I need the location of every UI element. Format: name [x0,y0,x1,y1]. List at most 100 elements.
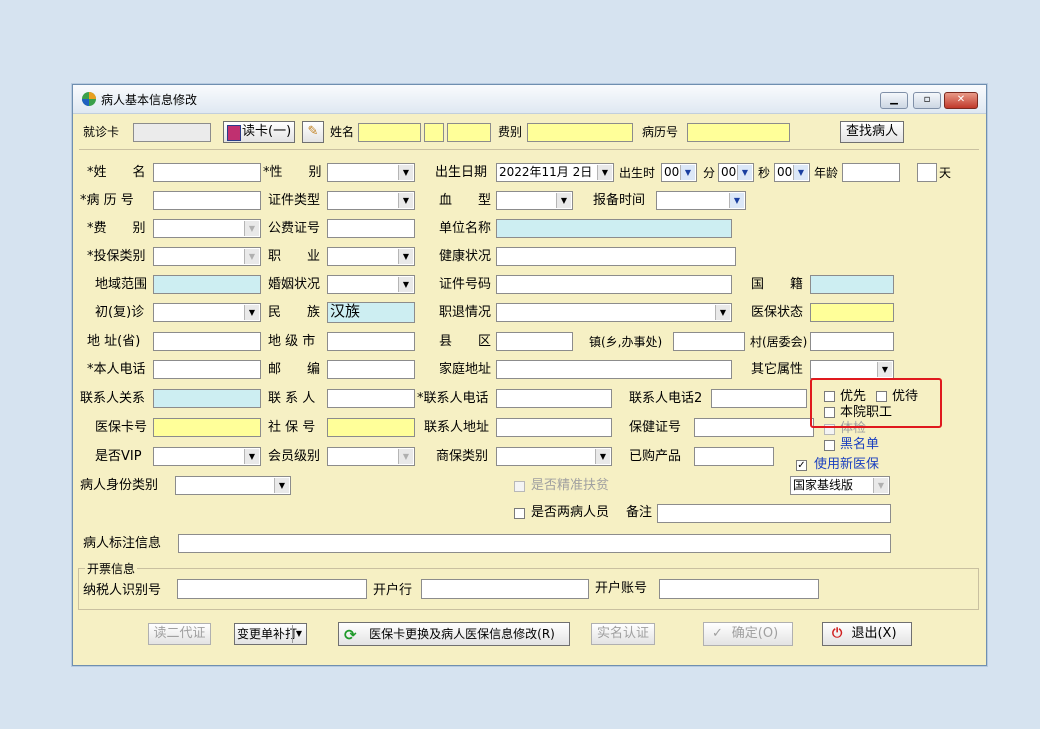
ok-button[interactable]: ✓ 确定(O) [703,622,793,646]
blacklist-checkbox[interactable] [824,440,835,451]
id-no-label: 证件号码 [439,277,492,292]
contact-input[interactable] [327,389,415,408]
visit-select[interactable] [153,303,261,322]
social-no-label: 社 保 号 [268,420,316,435]
clear-button[interactable]: ✎ [302,121,324,143]
card-replace-button[interactable]: ⟳ 医保卡更换及病人医保信息修改(R) [338,622,570,646]
insure-status-input[interactable] [810,303,894,322]
toolbar-gender-input[interactable] [424,123,444,142]
identity-type-select[interactable] [175,476,291,495]
toolbar-name-input[interactable] [358,123,421,142]
gender-select[interactable] [327,163,415,182]
read-id2-button[interactable]: 读二代证 [148,623,211,645]
health-cert-label: 保健证号 [629,420,682,435]
health-cert-input[interactable] [694,418,814,437]
find-patient-button[interactable]: 查找病人 [840,121,904,143]
second-label: 秒 [758,166,771,180]
purchased-input[interactable] [694,447,774,466]
county-input[interactable] [496,332,573,351]
new-insurance-checkbox[interactable]: ✓ [796,460,807,471]
app-icon [82,92,96,106]
tax-id-input[interactable] [177,579,367,599]
age-input[interactable] [842,163,900,182]
blacklist-label: 黑名单 [840,437,880,452]
contact-label: 联 系 人 [268,391,316,406]
insure-status-label: 医保状态 [751,305,804,320]
employer-label: 单位名称 [439,221,492,236]
village-input[interactable] [810,332,894,351]
contact-addr-input[interactable] [496,418,612,437]
id-no-input[interactable] [496,275,732,294]
commercial-select[interactable] [496,447,612,466]
contact-rel-input[interactable] [153,389,261,408]
region-input[interactable] [153,275,261,294]
realname-button[interactable]: 实名认证 [591,623,655,645]
contact-phone-label: *联系人电话 [417,391,489,406]
remark-label: 备注 [626,505,653,520]
two-disease-label: 是否两病人员 [531,505,610,520]
toolbar-age-input[interactable] [447,123,491,142]
change-print-button[interactable]: 变更单补打 ▼ [234,623,307,645]
city-label: 地 级 市 [268,334,316,349]
poverty-checkbox[interactable] [514,481,525,492]
addr-prov-input[interactable] [153,332,261,351]
exit-button[interactable]: ⏻ 退出(X) [822,622,912,646]
minimize-button[interactable]: ▁ [880,92,908,109]
name-input[interactable] [153,163,261,182]
bank-label: 开户行 [373,583,413,598]
city-input[interactable] [327,332,415,351]
social-no-input[interactable] [327,418,415,437]
insurance-type-select[interactable] [153,247,261,266]
vip-select[interactable] [153,447,261,466]
ethnic-input[interactable]: 汉族 [327,302,415,323]
record-no-input[interactable] [153,191,261,210]
public-fee-input[interactable] [327,219,415,238]
occupation-select[interactable] [327,247,415,266]
nationality-input[interactable] [810,275,894,294]
id-type-select[interactable] [327,191,415,210]
commercial-label: 商保类别 [436,449,489,464]
close-button[interactable]: ✕ [944,92,978,109]
member-level-select[interactable] [327,447,415,466]
birth-date-picker[interactable]: 2022年11月 2日 [496,163,614,182]
marital-select[interactable] [327,275,415,294]
window-title: 病人基本信息修改 [101,93,198,107]
contact-phone-input[interactable] [496,389,612,408]
record-no-label: *病 历 号 [80,193,134,208]
blood-select[interactable] [496,191,573,210]
public-fee-label: 公费证号 [268,221,321,236]
employer-input[interactable] [496,219,732,238]
toolbar-fee-input[interactable] [527,123,633,142]
maximize-button[interactable]: ▫ [913,92,941,109]
invoice-legend: 开票信息 [85,559,138,579]
two-disease-checkbox[interactable] [514,508,525,519]
patient-note-input[interactable] [178,534,891,553]
remark-input[interactable] [657,504,891,523]
hour-select[interactable]: 00 [661,163,697,182]
divider [79,149,979,150]
identity-type-label: 病人身份类别 [80,478,159,493]
town-input[interactable] [673,332,745,351]
age-unit-input[interactable] [917,163,937,182]
fee-type-select[interactable] [153,219,261,238]
bank-input[interactable] [421,579,589,599]
retire-select[interactable] [496,303,732,322]
second-select[interactable]: 00 [774,163,810,182]
home-addr-input[interactable] [496,360,732,379]
other-attr-select[interactable] [810,360,894,379]
contact-rel-label: 联系人关系 [80,391,146,406]
insurance-version-select[interactable]: 国家基线版 [790,476,890,495]
report-time-select[interactable] [656,191,746,210]
phone-input[interactable] [153,360,261,379]
read-card-button[interactable]: 读卡(一) [223,121,295,143]
insure-card-input[interactable] [153,418,261,437]
account-input[interactable] [659,579,819,599]
card-input[interactable] [133,123,211,142]
birth-hour-label: 出生时 [619,166,656,180]
card-label: 就诊卡 [83,125,120,139]
toolbar-record-input[interactable] [687,123,790,142]
health-input[interactable] [496,247,736,266]
postcode-input[interactable] [327,360,415,379]
minute-select[interactable]: 00 [718,163,754,182]
contact-phone2-input[interactable] [711,389,807,408]
